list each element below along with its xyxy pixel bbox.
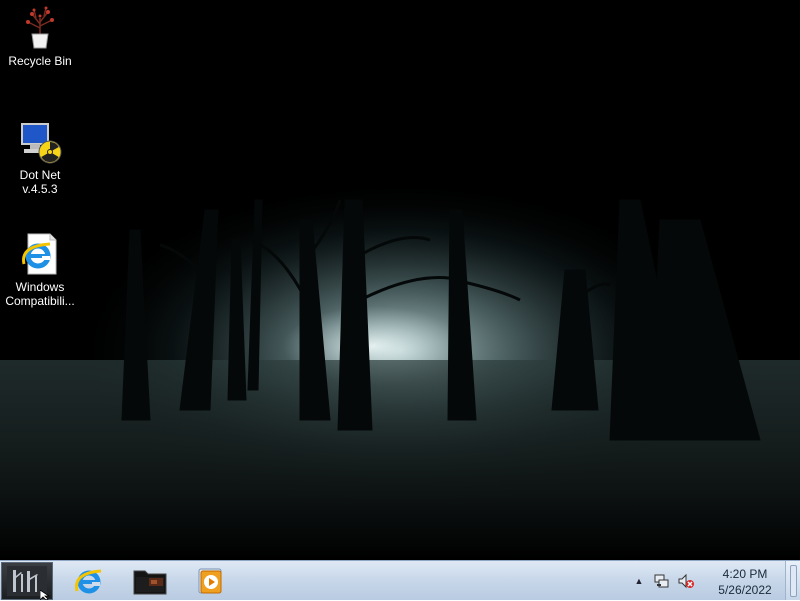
volume-muted-icon[interactable] [678,573,694,589]
desktop-icon-windows-compatibility[interactable]: Windows Compatibili... [0,230,80,308]
internet-explorer-icon [75,569,102,594]
wallpaper [0,0,800,560]
desktop[interactable]: Recycle Bin Dot Net v.4.5.3 Windows Comp… [0,0,800,560]
folder-icon [133,570,167,595]
desktop-icon-recycle-bin[interactable]: Recycle Bin [0,4,80,68]
taskbar-media-player-button[interactable] [186,563,236,599]
show-desktop-button[interactable] [785,561,800,600]
media-player-icon [198,568,222,594]
system-tray: ▲ 4:20 PM 5/26/2022 [630,561,800,601]
desktop-icon-label-line2: Compatibili... [5,294,75,308]
taskbar-folder-button[interactable] [125,563,175,599]
taskbar: ▲ 4:20 PM 5/26/2022 [0,560,800,600]
clock-date: 5/26/2022 [718,583,772,597]
desktop-icon-label: Recycle Bin [8,54,72,68]
mouse-cursor-icon [40,590,51,600]
desktop-icon-label-line1: Dot Net [19,168,61,182]
chevron-up-icon[interactable]: ▲ [634,576,644,586]
taskbar-internet-explorer-button[interactable] [64,563,114,599]
internet-explorer-icon [22,233,57,275]
desktop-icon-label-line1: Windows [15,280,65,294]
desktop-icon-label-line2: v.4.5.3 [22,182,58,196]
clock-time: 4:20 PM [722,567,768,581]
clock[interactable]: 4:20 PM 5/26/2022 [706,566,784,598]
dotnet-installer-icon [21,123,62,164]
network-icon[interactable] [654,573,670,589]
desktop-icon-dotnet[interactable]: Dot Net v.4.5.3 [0,118,80,196]
recycle-bin-icon [26,6,54,49]
